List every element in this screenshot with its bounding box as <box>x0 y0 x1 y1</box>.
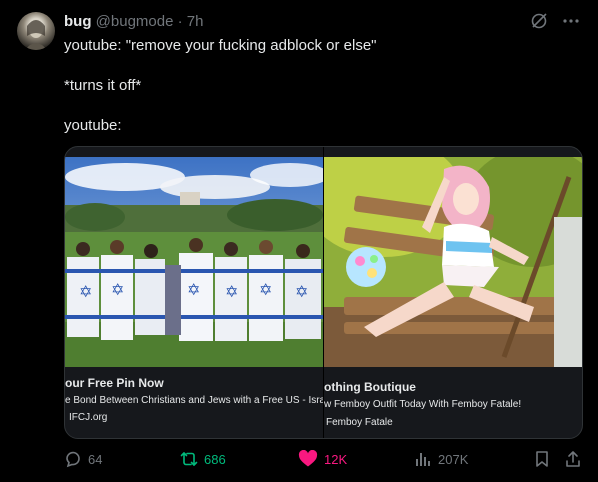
card-title: our Free Pin Now <box>65 376 164 390</box>
reply-count: 64 <box>88 451 103 467</box>
svg-text:✡: ✡ <box>225 282 238 301</box>
tweet-line: youtube: "remove your fucking adblock or… <box>64 37 377 54</box>
link-card[interactable]: othing Boutique w Femboy Outfit Today Wi… <box>323 147 582 438</box>
views-count: 207K <box>438 451 469 467</box>
more-icon[interactable] <box>562 12 580 35</box>
avatar[interactable] <box>17 12 55 50</box>
header-actions <box>530 12 580 35</box>
tweet-text: youtube: "remove your fucking adblock or… <box>64 36 574 136</box>
card-description: w Femboy Outfit Today With Femboy Fatale… <box>324 399 522 410</box>
like-button[interactable]: 12K <box>298 450 347 468</box>
grok-icon[interactable] <box>530 12 548 35</box>
reply-button[interactable]: 64 <box>64 450 102 468</box>
svg-text:✡: ✡ <box>295 282 308 301</box>
tweet-line: *turns it off* <box>64 77 142 94</box>
link-card[interactable]: ✡ ✡ ✡ ✡ ✡ ✡ our Free Pin Now e Bond Betw… <box>65 147 323 438</box>
repost-button[interactable]: 686 <box>180 450 226 468</box>
card-domain: IFCJ.org <box>69 412 108 423</box>
tweet-header: bug @bugmode · 7h <box>64 13 203 30</box>
separator-dot: · <box>177 13 183 30</box>
svg-text:✡: ✡ <box>79 282 92 301</box>
author-name[interactable]: bug <box>64 13 92 30</box>
link-cards: ✡ ✡ ✡ ✡ ✡ ✡ our Free Pin Now e Bond Betw… <box>64 146 583 439</box>
reply-icon <box>64 450 82 468</box>
card-image: ✡ ✡ ✡ ✡ ✡ ✡ <box>65 157 323 367</box>
timestamp[interactable]: 7h <box>187 13 204 30</box>
views-icon <box>414 450 432 468</box>
card-title: othing Boutique <box>324 380 416 394</box>
views-button[interactable]: 207K <box>414 450 468 468</box>
bookmark-icon <box>534 450 550 468</box>
share-button[interactable] <box>564 450 582 468</box>
svg-text:✡: ✡ <box>259 280 272 299</box>
card-image <box>324 157 582 367</box>
repost-icon <box>180 450 198 468</box>
bookmark-button[interactable] <box>534 450 550 468</box>
svg-text:✡: ✡ <box>187 280 200 299</box>
card-domain: Femboy Fatale <box>326 417 393 428</box>
like-count: 12K <box>324 451 348 467</box>
tweet-line: youtube: <box>64 117 122 134</box>
repost-count: 686 <box>204 451 226 467</box>
action-bar: 64 686 12K 207K <box>64 450 584 472</box>
card-description: e Bond Between Christians and Jews with … <box>65 395 323 406</box>
share-icon <box>564 450 582 468</box>
like-icon <box>298 450 318 468</box>
author-handle[interactable]: @bugmode <box>96 13 174 30</box>
svg-text:✡: ✡ <box>111 280 124 299</box>
